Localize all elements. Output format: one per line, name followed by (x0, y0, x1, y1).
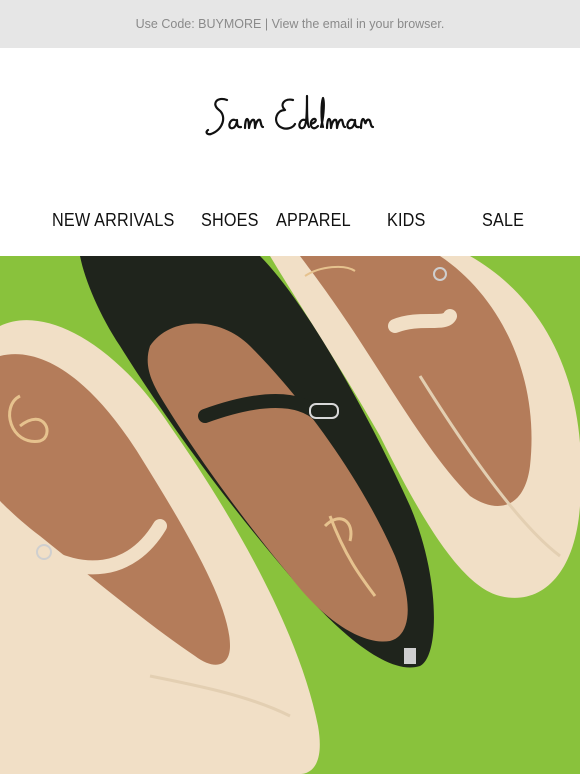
brand-logo[interactable] (205, 90, 375, 146)
brand-header (0, 48, 580, 188)
hero-image[interactable] (0, 256, 580, 774)
nav-item-apparel[interactable]: APPAREL (276, 210, 351, 231)
preheader-text[interactable]: Use Code: BUYMORE | View the email in yo… (136, 17, 445, 31)
hero-shoes-illustration (0, 256, 580, 774)
nav-item-sale[interactable]: SALE (482, 210, 524, 231)
nav-item-kids[interactable]: KIDS (387, 210, 426, 231)
preheader-bar: Use Code: BUYMORE | View the email in yo… (0, 0, 580, 48)
nav-item-new-arrivals[interactable]: NEW ARRIVALS (52, 210, 174, 231)
nav-item-shoes[interactable]: SHOES (201, 210, 259, 231)
main-nav: NEW ARRIVALS SHOES APPAREL KIDS SALE (0, 188, 580, 256)
